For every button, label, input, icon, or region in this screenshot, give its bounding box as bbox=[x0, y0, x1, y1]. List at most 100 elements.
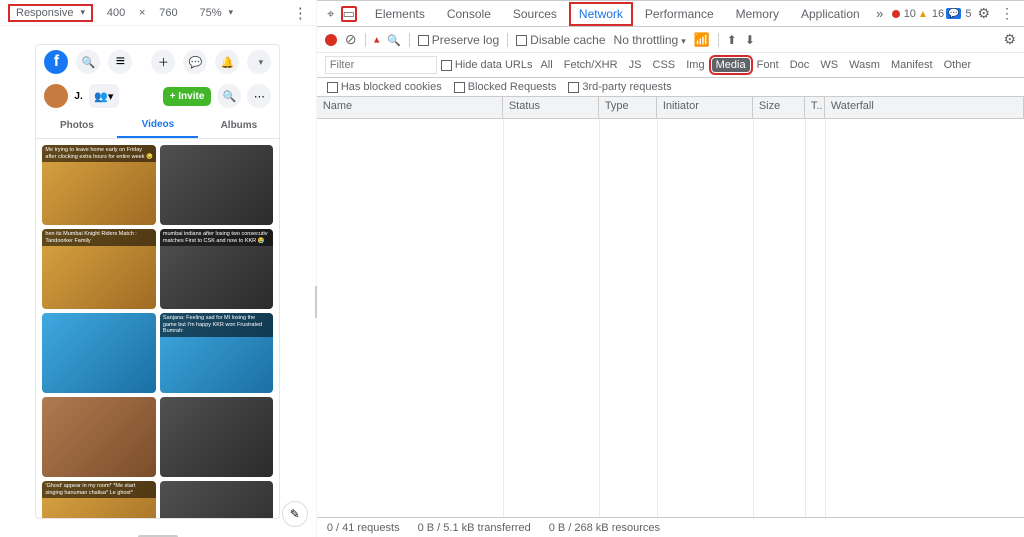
tab-albums[interactable]: Albums bbox=[198, 113, 279, 138]
error-counter[interactable]: 10 bbox=[892, 8, 916, 20]
network-toolbar: Preserve log Disable cache No throttling… bbox=[317, 27, 1024, 53]
hide-data-urls-checkbox[interactable]: Hide data URLs bbox=[441, 59, 533, 71]
account-menu-icon[interactable] bbox=[247, 50, 271, 74]
col-initiator[interactable]: Initiator bbox=[657, 97, 753, 118]
status-requests: 0 / 41 requests bbox=[327, 522, 400, 534]
video-thumb[interactable]: 'Ghost' appear in my room* *Me start sin… bbox=[42, 481, 156, 518]
blocked-requests-checkbox[interactable]: Blocked Requests bbox=[454, 81, 557, 93]
devtools-settings-icon[interactable]: ⚙ bbox=[973, 5, 994, 22]
filter-type-manifest[interactable]: Manifest bbox=[887, 58, 937, 72]
filter-toggle-icon[interactable] bbox=[374, 33, 380, 47]
filter-type-all[interactable]: All bbox=[536, 58, 556, 72]
devtools-menu-icon[interactable]: ⋮ bbox=[996, 5, 1018, 22]
video-thumb[interactable] bbox=[160, 481, 274, 518]
devtools-tabstrip: ⌖ ▭ Elements Console Sources Network Per… bbox=[317, 1, 1024, 27]
inspect-icon[interactable]: ⌖ bbox=[323, 6, 339, 22]
facebook-logo-icon[interactable]: f bbox=[44, 50, 68, 74]
hamburger-icon[interactable] bbox=[108, 50, 132, 74]
tab-videos[interactable]: Videos bbox=[117, 113, 198, 138]
filter-type-js[interactable]: JS bbox=[625, 58, 646, 72]
device-preview-pane: Responsive × 75% ⋮ f 🔍 ＋ 💬 🔔 bbox=[0, 0, 317, 537]
video-thumb[interactable]: hen its Mumbai Knight Riders Match : Tan… bbox=[42, 229, 156, 309]
filter-type-fetchxhr[interactable]: Fetch/XHR bbox=[560, 58, 622, 72]
friends-dropdown[interactable]: 👥▾ bbox=[89, 84, 119, 108]
filter-type-css[interactable]: CSS bbox=[649, 58, 680, 72]
third-party-checkbox[interactable]: 3rd-party requests bbox=[568, 81, 671, 93]
network-conditions-icon[interactable]: 📶 bbox=[694, 32, 710, 48]
col-size[interactable]: Size bbox=[753, 97, 805, 118]
filter-type-ws[interactable]: WS bbox=[816, 58, 842, 72]
blocked-cookies-checkbox[interactable]: Has blocked cookies bbox=[327, 81, 442, 93]
device-select[interactable]: Responsive bbox=[8, 4, 93, 22]
col-status[interactable]: Status bbox=[503, 97, 599, 118]
viewport-height-input[interactable] bbox=[151, 7, 185, 19]
device-mode-toggle-icon[interactable]: ▭ bbox=[341, 6, 357, 22]
export-har-icon[interactable] bbox=[745, 33, 755, 47]
status-resources: 0 B / 268 kB resources bbox=[549, 522, 660, 534]
notifications-icon[interactable]: 🔔 bbox=[215, 50, 239, 74]
network-status-bar: 0 / 41 requests 0 B / 5.1 kB transferred… bbox=[317, 517, 1024, 537]
video-thumb[interactable] bbox=[42, 313, 156, 393]
search-icon[interactable]: 🔍 bbox=[76, 50, 100, 74]
tab-elements[interactable]: Elements bbox=[365, 2, 435, 26]
video-thumb[interactable]: Sanjana: Feeling sad for MI losing the g… bbox=[160, 313, 274, 393]
device-toolbar-menu[interactable]: ⋮ bbox=[293, 4, 308, 22]
col-time[interactable]: T.. bbox=[805, 97, 825, 118]
dim-separator: × bbox=[139, 7, 145, 19]
search-toggle-icon[interactable] bbox=[387, 33, 401, 47]
filter-type-img[interactable]: Img bbox=[682, 58, 708, 72]
filter-type-other[interactable]: Other bbox=[940, 58, 976, 72]
tab-network[interactable]: Network bbox=[569, 2, 633, 26]
messenger-icon[interactable]: 💬 bbox=[183, 50, 207, 74]
invite-button[interactable]: + Invite bbox=[163, 87, 212, 106]
throttling-select[interactable]: No throttling bbox=[614, 33, 686, 47]
video-thumb[interactable]: mumbai indians after losing two consecut… bbox=[160, 229, 274, 309]
tab-application[interactable]: Application bbox=[791, 2, 870, 26]
col-type[interactable]: Type bbox=[599, 97, 657, 118]
preview-viewport: f 🔍 ＋ 💬 🔔 J. 👥▾ + Invite 🔍 ⋯ bbox=[0, 26, 316, 537]
issues-counter[interactable]: 💬5 bbox=[946, 8, 971, 20]
plus-icon[interactable]: ＋ bbox=[151, 50, 175, 74]
video-thumb[interactable] bbox=[160, 145, 274, 225]
zoom-select[interactable]: 75% bbox=[191, 4, 241, 22]
network-filter-bar-2: Has blocked cookies Blocked Requests 3rd… bbox=[317, 78, 1024, 97]
tab-memory[interactable]: Memory bbox=[726, 2, 789, 26]
tab-performance[interactable]: Performance bbox=[635, 2, 724, 26]
filter-type-doc[interactable]: Doc bbox=[786, 58, 814, 72]
fb-profile-bar: J. 👥▾ + Invite 🔍 ⋯ bbox=[36, 79, 279, 113]
preserve-log-checkbox[interactable]: Preserve log bbox=[418, 33, 499, 47]
viewport-width-input[interactable] bbox=[99, 7, 133, 19]
video-grid: Me trying to leave home early on Friday … bbox=[36, 139, 279, 518]
warning-counter[interactable]: 16 bbox=[918, 8, 944, 20]
filter-input[interactable] bbox=[325, 56, 437, 74]
network-filter-bar: Hide data URLs All Fetch/XHR JS CSS Img … bbox=[317, 53, 1024, 78]
profile-search-icon[interactable]: 🔍 bbox=[217, 84, 241, 108]
fb-media-tabs: Photos Videos Albums bbox=[36, 113, 279, 139]
video-thumb[interactable] bbox=[160, 397, 274, 477]
record-button[interactable] bbox=[325, 34, 337, 46]
user-initial: J. bbox=[74, 91, 82, 102]
clear-button[interactable] bbox=[345, 31, 357, 48]
filter-type-media[interactable]: Media bbox=[712, 58, 750, 72]
video-thumb[interactable] bbox=[42, 397, 156, 477]
network-table-body bbox=[317, 119, 1024, 517]
col-waterfall[interactable]: Waterfall bbox=[825, 97, 1024, 118]
avatar[interactable] bbox=[44, 84, 68, 108]
profile-more-icon[interactable]: ⋯ bbox=[247, 84, 271, 108]
tab-console[interactable]: Console bbox=[437, 2, 501, 26]
filter-type-font[interactable]: Font bbox=[753, 58, 783, 72]
filter-type-wasm[interactable]: Wasm bbox=[845, 58, 884, 72]
video-thumb[interactable]: Me trying to leave home early on Friday … bbox=[42, 145, 156, 225]
import-har-icon[interactable] bbox=[727, 33, 737, 47]
tab-sources[interactable]: Sources bbox=[503, 2, 567, 26]
mobile-preview: f 🔍 ＋ 💬 🔔 J. 👥▾ + Invite 🔍 ⋯ bbox=[35, 44, 280, 519]
devtools-pane: ⌖ ▭ Elements Console Sources Network Per… bbox=[317, 0, 1024, 537]
tab-photos[interactable]: Photos bbox=[36, 113, 117, 138]
network-table-header: Name Status Type Initiator Size T.. Wate… bbox=[317, 97, 1024, 119]
col-name[interactable]: Name bbox=[317, 97, 503, 118]
network-settings-icon[interactable] bbox=[1003, 31, 1016, 48]
fb-top-bar: f 🔍 ＋ 💬 🔔 bbox=[36, 45, 279, 79]
more-tabs-icon[interactable]: » bbox=[872, 6, 888, 22]
disable-cache-checkbox[interactable]: Disable cache bbox=[516, 33, 605, 47]
status-transferred: 0 B / 5.1 kB transferred bbox=[418, 522, 531, 534]
